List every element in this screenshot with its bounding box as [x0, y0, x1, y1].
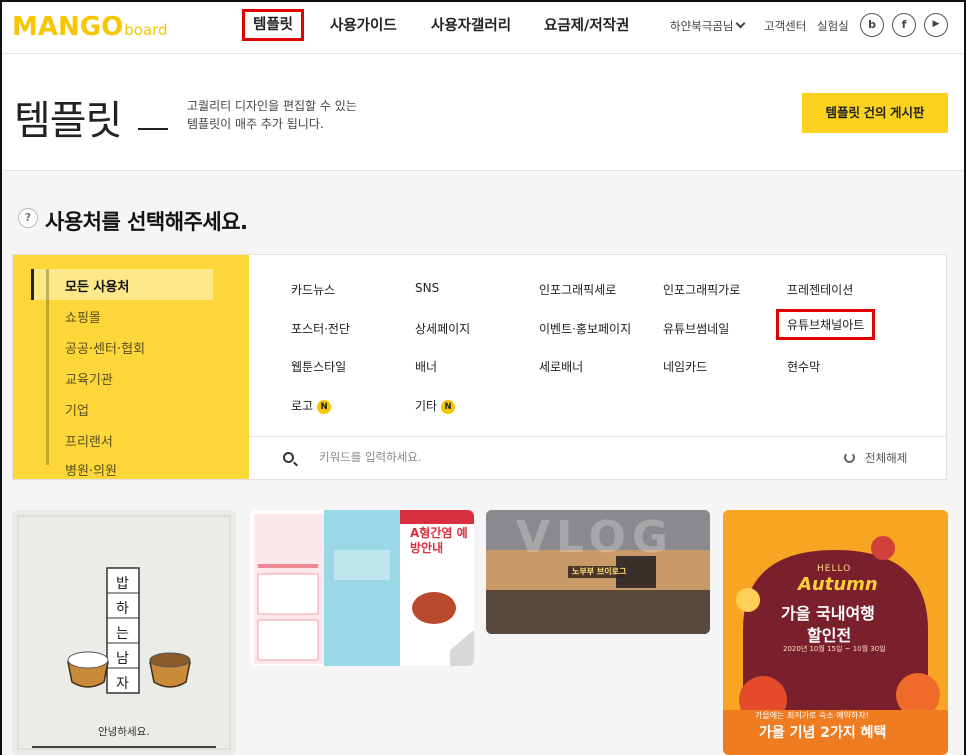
- blog-icon[interactable]: b: [860, 13, 884, 37]
- card4-line2: 할인전: [807, 626, 852, 645]
- sidebar-item-all[interactable]: 모든 사용처: [65, 276, 129, 295]
- help-icon[interactable]: ?: [18, 208, 38, 228]
- sidebar-item-education[interactable]: 교육기관: [65, 369, 113, 388]
- card1-char: 는: [116, 626, 129, 642]
- category-poster[interactable]: 포스터·전단: [291, 320, 350, 337]
- category-logo-label: 로고: [291, 399, 314, 413]
- usage-sidebar: 모든 사용처 쇼핑몰 공공·센터·협회 교육기관 기업 프리랜서 병원·의원: [13, 255, 249, 479]
- category-card-news[interactable]: 카드뉴스: [291, 281, 335, 298]
- card3-banner: 노부부 브이로그: [572, 567, 627, 576]
- hero-description: 고퀄리티 디자인을 편집할 수 있는 템플릿이 매주 추가 됩니다.: [187, 99, 357, 131]
- card4-line1: 가을 국내여행: [781, 604, 875, 623]
- new-badge: N: [441, 400, 456, 414]
- page-title: 템플릿: [14, 98, 122, 144]
- category-etc-label: 기타: [415, 399, 438, 413]
- sidebar-item-hospital[interactable]: 병원·의원: [65, 460, 117, 479]
- template-card[interactable]: A형간염 예방안내: [250, 510, 474, 666]
- lab-link[interactable]: 실험실: [817, 18, 849, 34]
- card1-char: 자: [116, 676, 129, 692]
- panel-divider: [249, 436, 946, 437]
- template-card[interactable]: VLOG 노부부 브이로그: [486, 510, 710, 634]
- category-logo[interactable]: 로고 N: [291, 397, 332, 415]
- category-etc[interactable]: 기타 N: [415, 397, 456, 415]
- sidebar-selected-marker: [31, 269, 34, 300]
- category-vertical-banner[interactable]: 세로배너: [539, 358, 583, 375]
- user-menu[interactable]: 하얀북극곰님: [670, 18, 746, 34]
- category-banner[interactable]: 배너: [415, 358, 437, 375]
- card4-date: 2020년 10월 15일 ~ 10월 30일: [783, 645, 886, 653]
- category-event-page[interactable]: 이벤트·홍보페이지: [539, 320, 631, 337]
- logo-subtext: board: [124, 21, 168, 39]
- hero-section: 템플릿 고퀄리티 디자인을 편집할 수 있는 템플릿이 매주 추가 됩니다. 템…: [2, 55, 964, 171]
- user-name: 하얀북극곰님: [670, 19, 734, 33]
- card2-title: A형간염 예방안내: [410, 526, 468, 555]
- nav-user-guide[interactable]: 사용가이드: [330, 14, 397, 40]
- search-icon: [283, 452, 294, 463]
- card1-caption: 안녕하세요.: [98, 726, 150, 738]
- category-infographic-vertical[interactable]: 인포그래픽세로: [539, 281, 616, 298]
- keyword-search-input[interactable]: [319, 447, 619, 467]
- sidebar-track: [46, 269, 49, 465]
- support-link[interactable]: 고객센터: [764, 18, 806, 34]
- category-youtube-thumbnail[interactable]: 유튜브썸네일: [663, 320, 729, 337]
- category-presentation[interactable]: 프레젠테이션: [787, 281, 853, 298]
- reset-all-button[interactable]: 전체해제: [865, 450, 907, 466]
- template-card[interactable]: HELLO Autumn 가을 국내여행 할인전 2020년 10월 15일 ~…: [723, 510, 948, 755]
- card1-char: 밥: [116, 576, 129, 592]
- category-detail-page[interactable]: 상세페이지: [415, 320, 470, 337]
- category-panel: 모든 사용처 쇼핑몰 공공·센터·협회 교육기관 기업 프리랜서 병원·의원 카…: [12, 254, 947, 480]
- category-placard[interactable]: 현수막: [787, 358, 820, 375]
- card4-sub: 가을에는 최저가로 숙소 예약하자!: [755, 711, 869, 720]
- logo-text: MANGO: [12, 12, 124, 42]
- sidebar-item-company[interactable]: 기업: [65, 400, 89, 419]
- category-webtoon[interactable]: 웹툰스타일: [291, 358, 346, 375]
- card4-autumn: Autumn: [798, 574, 878, 595]
- chevron-down-icon: [736, 18, 746, 29]
- card4-hello: HELLO: [817, 564, 852, 574]
- category-infographic-horizontal[interactable]: 인포그래픽가로: [663, 281, 740, 298]
- section-title: 사용처를 선택해주세요.: [45, 210, 248, 234]
- sidebar-item-freelancer[interactable]: 프리랜서: [65, 431, 113, 450]
- mangoboard-logo[interactable]: MANGO board: [12, 11, 168, 41]
- youtube-icon[interactable]: ▶: [924, 13, 948, 37]
- top-header: MANGO board 템플릿 사용가이드 사용자갤러리 요금제/저작권 하얀북…: [2, 2, 964, 54]
- title-dash: [138, 128, 168, 130]
- card1-char: 하: [116, 601, 129, 617]
- nav-template[interactable]: 템플릿: [242, 9, 305, 41]
- category-sns[interactable]: SNS: [415, 281, 439, 295]
- card4-bottom: 가을 기념 2가지 혜택: [759, 725, 887, 741]
- reset-icon[interactable]: [844, 452, 855, 463]
- sidebar-item-public[interactable]: 공공·센터·협회: [65, 338, 145, 357]
- nav-user-gallery[interactable]: 사용자갤러리: [431, 14, 511, 40]
- card3-vlog: VLOG: [516, 512, 675, 563]
- template-card[interactable]: 밥 하 는 남 자 안녕하세요.: [12, 510, 236, 755]
- category-youtube-channel-art[interactable]: 유튜브채널아트: [776, 309, 876, 340]
- category-name-card[interactable]: 네임카드: [663, 358, 707, 375]
- nav-pricing[interactable]: 요금제/저작권: [544, 14, 629, 40]
- facebook-icon[interactable]: f: [892, 13, 916, 37]
- sidebar-item-shopping-mall[interactable]: 쇼핑몰: [65, 307, 101, 326]
- new-badge: N: [317, 400, 332, 414]
- suggestion-board-button[interactable]: 템플릿 건의 게시판: [802, 93, 948, 133]
- card1-char: 남: [116, 651, 129, 667]
